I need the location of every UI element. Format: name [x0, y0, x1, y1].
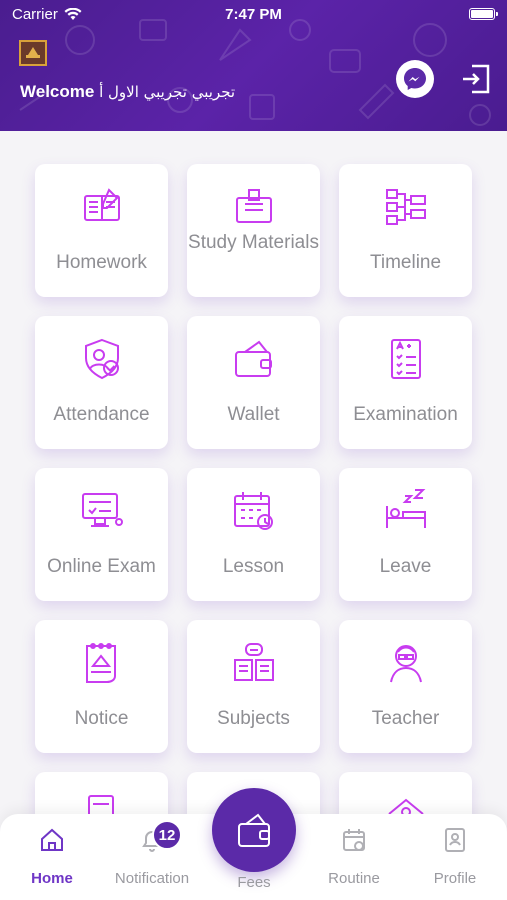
tab-label: Home — [31, 870, 73, 887]
logout-button[interactable] — [459, 62, 493, 96]
examination-icon — [391, 339, 421, 379]
tab-label: Notification — [114, 870, 190, 887]
messenger-button[interactable] — [396, 60, 434, 98]
card-online-exam[interactable]: Online Exam — [35, 468, 168, 601]
card-label: Study Materials — [188, 232, 319, 253]
tab-profile[interactable]: Profile — [405, 814, 505, 900]
card-label: Examination — [353, 404, 458, 425]
tab-notification[interactable]: 12 Notification — [102, 814, 202, 900]
card-study-materials[interactable]: Study Materials — [187, 164, 320, 297]
notification-count-badge: 12 — [152, 820, 182, 850]
lesson-icon — [234, 492, 273, 530]
card-notice[interactable]: Notice — [35, 620, 168, 753]
battery-icon — [469, 8, 498, 20]
status-time: 7:47 PM — [225, 6, 282, 23]
study-materials-icon — [236, 189, 272, 223]
online-exam-icon — [82, 493, 123, 527]
logout-icon — [463, 64, 490, 94]
timeline-icon — [386, 189, 426, 225]
subjects-icon — [234, 643, 274, 681]
teacher-icon — [390, 645, 422, 683]
card-label: Lesson — [222, 556, 285, 577]
card-homework[interactable]: Homework — [35, 164, 168, 297]
routine-icon — [343, 829, 365, 851]
card-label: Notice — [74, 708, 129, 729]
welcome-text: Welcome تجريبي تجريبي الاول أ — [20, 82, 235, 102]
fees-wallet-icon — [238, 813, 270, 847]
card-lesson[interactable]: Lesson — [187, 468, 320, 601]
card-timeline[interactable]: Timeline — [339, 164, 472, 297]
homework-icon — [84, 188, 120, 221]
card-label: Attendance — [53, 404, 150, 425]
tab-label: Routine — [328, 870, 380, 887]
card-teacher[interactable]: Teacher — [339, 620, 472, 753]
tab-label: Profile — [433, 870, 477, 887]
fees-button[interactable] — [212, 788, 296, 872]
app-header: Carrier 7:47 PM Welcome تجريبي تجريبي ال… — [0, 0, 507, 131]
messenger-icon — [404, 68, 426, 90]
card-attendance[interactable]: Attendance — [35, 316, 168, 449]
fees-label: Fees — [237, 874, 271, 891]
status-bar: Carrier 7:47 PM — [0, 0, 507, 30]
welcome-label: Welcome — [20, 82, 95, 101]
tab-home[interactable]: Home — [2, 814, 102, 900]
card-label: Teacher — [371, 708, 440, 729]
card-label: Subjects — [217, 708, 290, 729]
card-label: Timeline — [369, 252, 442, 273]
card-wallet[interactable]: Wallet — [187, 316, 320, 449]
card-label: Wallet — [227, 404, 280, 425]
profile-icon — [445, 828, 465, 852]
attendance-icon — [85, 338, 119, 380]
card-label: Online Exam — [47, 556, 156, 577]
card-leave[interactable]: Leave — [339, 468, 472, 601]
leave-icon — [386, 489, 426, 528]
logo-icon — [26, 47, 40, 58]
home-icon — [41, 828, 63, 851]
school-logo — [19, 40, 47, 66]
notice-icon — [86, 643, 116, 683]
card-label: Homework — [56, 252, 147, 273]
user-name: تجريبي تجريبي الاول أ — [99, 83, 236, 101]
wallet-icon — [235, 340, 272, 377]
card-examination[interactable]: Examination — [339, 316, 472, 449]
tab-routine[interactable]: Routine — [304, 814, 404, 900]
card-subjects[interactable]: Subjects — [187, 620, 320, 753]
card-label: Leave — [379, 556, 432, 577]
